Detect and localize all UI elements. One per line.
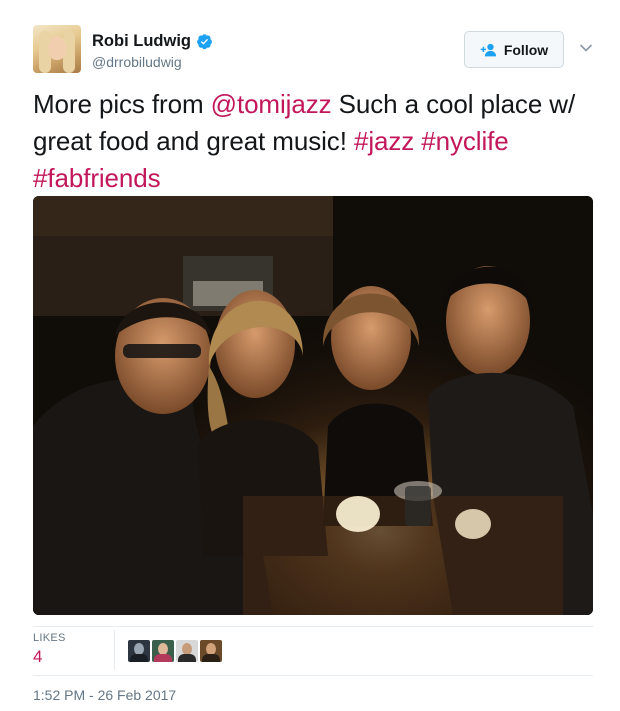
liker-avatar[interactable] [128,640,150,662]
tweet-text: More pics from @tomijazz Such a cool pla… [33,86,598,197]
hashtag-link-fabfriends[interactable]: #fabfriends [33,163,161,193]
stats-separator [114,630,115,670]
stats-divider-bottom [33,675,593,676]
stats-divider-top [33,626,593,627]
photo-scene [33,196,593,615]
hashtag-link-nyclife[interactable]: #nyclife [421,126,508,156]
tweet-timestamp[interactable]: 1:52 PM - 26 Feb 2017 [33,687,176,703]
tweet-photo[interactable] [33,196,593,615]
likers-avatars [128,640,222,662]
verified-badge-icon [197,33,212,49]
likes-label: LIKES [33,632,66,644]
author-avatar[interactable] [33,25,81,73]
hashtag-link-jazz[interactable]: #jazz [354,126,414,156]
mention-link[interactable]: @tomijazz [211,89,332,119]
liker-avatar[interactable] [152,640,174,662]
author-display-name[interactable]: Robi Ludwig [92,32,191,51]
likes-count[interactable]: 4 [33,647,42,667]
author-handle[interactable]: @drrobiludwig [92,54,182,70]
tweet-text-segment: More pics from [33,89,211,119]
follow-button-label: Follow [503,41,549,58]
follow-user-icon [480,43,496,56]
author-name-row: Robi Ludwig [92,30,213,52]
chevron-down-icon[interactable] [578,40,594,56]
liker-avatar[interactable] [200,640,222,662]
liker-avatar[interactable] [176,640,198,662]
follow-button[interactable]: Follow [464,31,564,68]
